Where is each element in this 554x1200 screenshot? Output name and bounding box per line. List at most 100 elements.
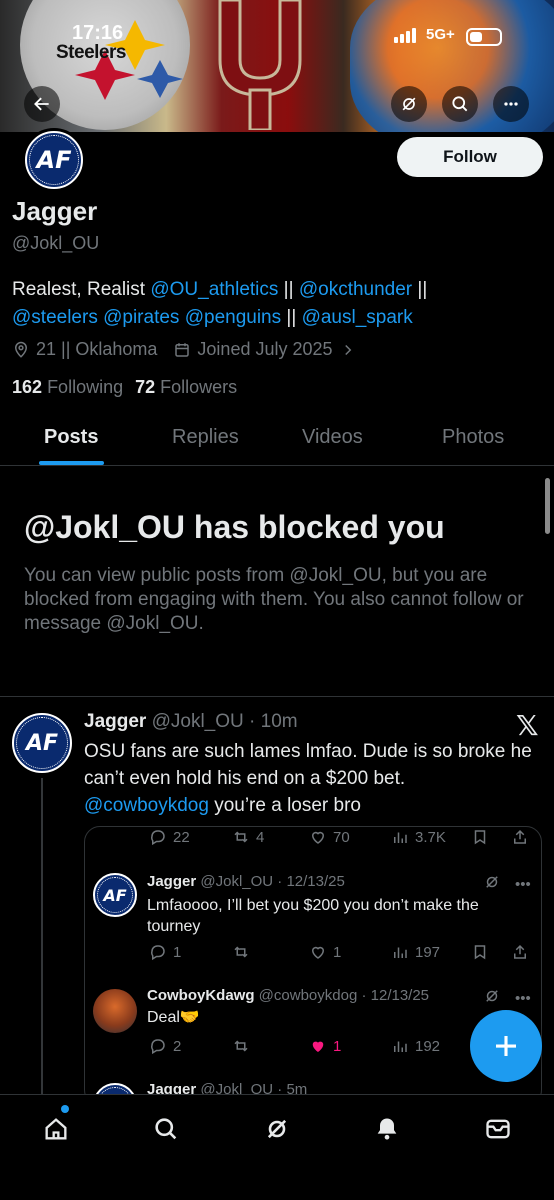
quoted-author-handle: @cowboykdog — [258, 987, 358, 1004]
repost-button[interactable]: 4 — [232, 828, 264, 846]
followers-label: Followers — [160, 377, 238, 397]
bio-link-penguins[interactable]: @penguins — [185, 307, 281, 328]
tab-videos[interactable]: Videos — [302, 426, 363, 449]
grok-icon — [267, 1119, 287, 1139]
blocked-text: You can view public posts from @Jokl_OU,… — [24, 565, 524, 634]
nav-messages[interactable] — [478, 1109, 518, 1149]
bottom-nav — [0, 1094, 554, 1200]
blocked-title: @Jokl_OU has blocked you — [24, 509, 445, 545]
repost-button[interactable] — [232, 1037, 250, 1055]
repost-icon — [234, 1040, 248, 1052]
chevron-right-icon — [344, 344, 351, 355]
share-icon — [514, 829, 526, 844]
post-avatar[interactable]: AF — [12, 713, 72, 773]
following-stat[interactable]: 162 Following — [12, 377, 123, 398]
views-button[interactable]: 3.7K — [391, 828, 446, 846]
repost-button[interactable] — [232, 943, 250, 961]
tab-replies[interactable]: Replies — [172, 426, 239, 449]
bio-link-ou-athletics[interactable]: @OU_athletics — [150, 279, 278, 300]
ou-logo — [200, 0, 320, 132]
grok-icon[interactable] — [483, 987, 501, 1009]
more-button[interactable] — [493, 86, 529, 122]
divider — [0, 696, 554, 697]
views-button[interactable]: 192 — [391, 1037, 440, 1055]
profile-joined[interactable]: Joined July 2025 — [197, 339, 332, 360]
search-button[interactable] — [442, 86, 478, 122]
views-button[interactable]: 197 — [391, 943, 440, 961]
cowboy-avatar[interactable] — [93, 989, 137, 1033]
quoted-author-handle: @Jokl_OU — [200, 873, 274, 890]
nav-notifications[interactable] — [367, 1109, 407, 1149]
quoted-header-actions: ••• — [483, 987, 531, 1009]
bio-link-ausl-spark[interactable]: @ausl_spark — [302, 307, 413, 328]
bookmark-button[interactable] — [471, 828, 489, 846]
views-icon — [394, 1041, 407, 1052]
like-button[interactable]: 70 — [309, 828, 350, 846]
location-icon — [14, 341, 28, 358]
heart-icon — [311, 946, 325, 959]
nav-home[interactable] — [36, 1109, 76, 1149]
views-icon — [394, 947, 407, 958]
tab-photos[interactable]: Photos — [442, 426, 504, 449]
more-icon[interactable]: ••• — [515, 876, 531, 893]
quoted-header-actions: ••• — [483, 873, 531, 895]
nav-search[interactable] — [146, 1109, 186, 1149]
profile-banner[interactable]: Steelers 17:16 5G+ — [0, 0, 554, 132]
quoted-date: · 12/13/25 — [277, 873, 345, 890]
plus-icon — [496, 1036, 516, 1056]
reply-button[interactable]: 22 — [149, 828, 190, 846]
signal-icon — [394, 28, 416, 43]
bio-link-pirates[interactable]: @pirates — [103, 307, 179, 328]
views-icon — [394, 832, 407, 843]
quoted-text: Deal🤝 — [147, 1009, 200, 1026]
scrollbar[interactable] — [545, 478, 550, 534]
status-time: 17:16 — [72, 22, 124, 44]
share-button[interactable] — [511, 943, 529, 961]
notifications-icon — [377, 1118, 397, 1140]
grok-icon[interactable] — [483, 873, 501, 895]
followers-stat[interactable]: 72 Followers — [135, 377, 237, 398]
reply-button[interactable]: 2 — [149, 1037, 181, 1055]
profile-tabs: Posts Replies Videos Photos — [0, 418, 554, 466]
profile-avatar[interactable]: AF — [22, 128, 86, 192]
following-count: 162 — [12, 377, 43, 397]
bio-link-steelers[interactable]: @steelers — [12, 307, 98, 328]
more-icon[interactable]: ••• — [515, 990, 531, 1007]
compose-button[interactable] — [470, 1010, 542, 1082]
like-button[interactable]: 1 — [309, 1037, 341, 1055]
follow-button[interactable]: Follow — [397, 137, 543, 177]
grok-button[interactable] — [391, 86, 427, 122]
quoted-author-name[interactable]: Jagger — [147, 873, 196, 890]
profile-bio: Realest, Realist @OU_athletics || @okcth… — [12, 276, 542, 332]
bookmark-button[interactable] — [471, 943, 489, 961]
quoted-avatar[interactable]: AF — [93, 873, 137, 917]
reply-count: 1 — [173, 943, 182, 961]
nav-grok[interactable] — [257, 1109, 297, 1149]
followers-count: 72 — [135, 377, 156, 397]
profile-name: Jagger — [12, 196, 98, 226]
back-button[interactable] — [24, 86, 60, 122]
repost-icon — [234, 831, 248, 843]
following-label: Following — [47, 377, 124, 397]
tab-posts[interactable]: Posts — [44, 426, 98, 449]
reply-button[interactable]: 1 — [149, 943, 181, 961]
quoted-author-name[interactable]: CowboyKdawg — [147, 987, 255, 1004]
quoted-thread[interactable]: 22 4 70 3.7K AF Jagger @Jokl_OU · 12/13/… — [84, 826, 542, 1106]
search-icon — [155, 1118, 177, 1140]
bio-separator: || — [278, 279, 299, 300]
like-button[interactable]: 1 — [309, 943, 341, 961]
bio-separator: || — [281, 307, 302, 328]
post-text: OSU fans are such lames lmfao. Dude is s… — [84, 738, 544, 819]
profile-stats: 162 Following 72 Followers — [12, 377, 237, 398]
share-button[interactable] — [511, 828, 529, 846]
post-mention[interactable]: @cowboykdog — [84, 795, 209, 816]
post-author-name[interactable]: Jagger — [84, 711, 146, 732]
bio-separator: || — [412, 279, 428, 300]
like-count: 1 — [333, 943, 342, 961]
quoted-header: CowboyKdawg @cowboykdog · 12/13/25 — [147, 987, 429, 1004]
arrow-left-icon — [34, 97, 49, 111]
quoted-date: · 12/13/25 — [361, 987, 430, 1004]
post-time: · 10m — [249, 711, 298, 732]
bio-link-okcthunder[interactable]: @okcthunder — [299, 279, 412, 300]
repost-icon — [234, 946, 248, 958]
